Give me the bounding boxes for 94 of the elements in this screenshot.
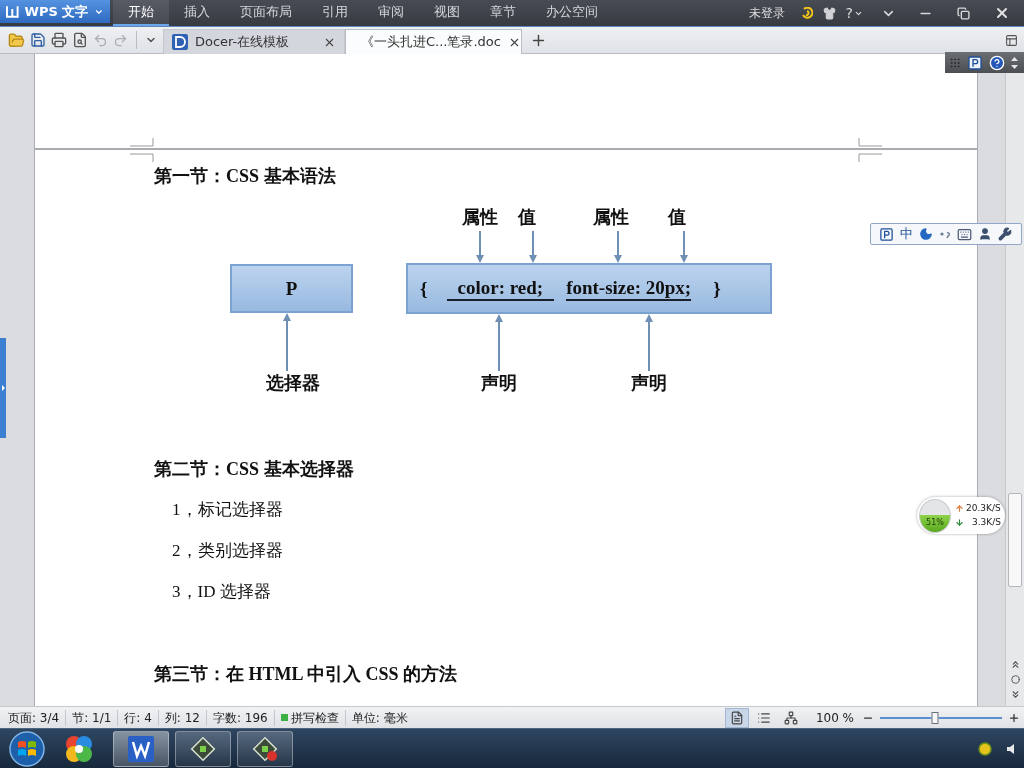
upload-icon bbox=[955, 504, 964, 513]
menu-tab[interactable]: 页面布局 bbox=[225, 0, 307, 26]
arrow bbox=[476, 230, 484, 263]
grip-icon[interactable] bbox=[949, 56, 961, 69]
selector-node: P bbox=[230, 264, 353, 313]
outline-view-icon bbox=[756, 710, 771, 725]
status-field: 页面: 3/4 bbox=[2, 709, 67, 726]
moon-icon[interactable] bbox=[919, 227, 933, 241]
section-heading: 第二节：CSS 基本选择器 bbox=[154, 458, 354, 481]
margin-mark-icon bbox=[130, 138, 154, 147]
list-item: 2，类别选择器 bbox=[172, 540, 283, 562]
arrow bbox=[645, 314, 653, 372]
folder-icon[interactable] bbox=[8, 31, 25, 49]
taskbar-button[interactable] bbox=[175, 730, 231, 767]
expand-arrow-icon[interactable] bbox=[1, 385, 5, 391]
document-tab[interactable]: Docer-在线模板 bbox=[163, 29, 345, 54]
start-icon[interactable] bbox=[9, 730, 45, 767]
keyboard-icon[interactable] bbox=[957, 226, 972, 242]
help-icon[interactable] bbox=[989, 54, 1005, 71]
p-square-icon[interactable] bbox=[967, 54, 983, 71]
margin-mark-icon bbox=[130, 153, 154, 162]
app-logo-icon[interactable] bbox=[128, 735, 154, 762]
arrow bbox=[283, 313, 291, 372]
scroll-arrows-icon[interactable] bbox=[1011, 55, 1018, 70]
web-view-icon bbox=[783, 710, 798, 725]
spell-check-button[interactable]: 拼写检查 bbox=[274, 709, 346, 726]
usage-percent: 51% bbox=[926, 517, 944, 527]
user-icon[interactable] bbox=[978, 227, 992, 241]
wrench-icon[interactable] bbox=[998, 227, 1012, 241]
section-heading: 第一节：CSS 基本语法 bbox=[154, 165, 336, 188]
menu-tab[interactable]: 开始 bbox=[113, 0, 169, 26]
browse-object-icon[interactable] bbox=[1010, 675, 1020, 684]
status-field: 节: 1/1 bbox=[66, 709, 119, 726]
zoom-slider-thumb[interactable] bbox=[931, 711, 939, 724]
login-link[interactable]: 未登录 bbox=[748, 4, 785, 22]
declaration-text: color: red; bbox=[446, 276, 555, 301]
menu-tab[interactable]: 视图 bbox=[419, 0, 475, 26]
margin-mark-icon bbox=[858, 138, 882, 147]
tab-logo-icon bbox=[172, 34, 188, 50]
zoom-in-icon[interactable] bbox=[1008, 711, 1020, 724]
diagram-label: 声明 bbox=[631, 372, 667, 394]
diagram-label: 选择器 bbox=[266, 372, 320, 394]
scrollbar-thumb[interactable] bbox=[1008, 493, 1022, 587]
status-field: 行: 4 bbox=[118, 709, 159, 726]
list-item: 1，标记选择器 bbox=[172, 499, 283, 521]
punctuation-icon[interactable] bbox=[939, 229, 951, 239]
status-field: 字数: 196 bbox=[207, 709, 275, 726]
help-button[interactable]: ? bbox=[845, 5, 863, 21]
tray-icon[interactable] bbox=[978, 741, 992, 756]
app-logo-icon bbox=[6, 5, 19, 18]
arrow bbox=[495, 314, 503, 372]
zoom-reading: 100 % bbox=[815, 710, 854, 725]
taskbar-button[interactable] bbox=[113, 730, 169, 767]
diagram-label: 声明 bbox=[481, 372, 517, 394]
view-button[interactable] bbox=[724, 707, 749, 728]
status-field: 单位: 毫米 bbox=[345, 709, 414, 726]
document-tab[interactable]: 《一头扎进C...笔录.doc bbox=[345, 29, 522, 54]
menu-tab[interactable]: 审阅 bbox=[363, 0, 419, 26]
arrow bbox=[529, 230, 537, 263]
arrow bbox=[680, 230, 688, 263]
page-view-icon bbox=[729, 710, 744, 725]
declaration-text: font-size: 20px; bbox=[566, 276, 692, 301]
upload-speed: 20.3K/S bbox=[966, 503, 1001, 514]
diagram-label: 属性 bbox=[462, 206, 498, 228]
status-field: 列: 12 bbox=[158, 709, 207, 726]
side-panel-handle[interactable] bbox=[0, 338, 6, 438]
diagram-label: 值 bbox=[668, 206, 686, 228]
save-icon[interactable] bbox=[30, 32, 46, 48]
menu-tab[interactable]: 插入 bbox=[169, 0, 225, 26]
margin-mark-icon bbox=[858, 153, 882, 162]
download-icon bbox=[955, 518, 964, 527]
diagram-label: 属性 bbox=[593, 206, 629, 228]
brace-text: } bbox=[713, 277, 721, 300]
ime-mode-button[interactable]: 中 bbox=[900, 227, 913, 241]
brace-text: { bbox=[420, 277, 428, 300]
menu-tab[interactable]: 引用 bbox=[307, 0, 363, 26]
p-square-icon[interactable] bbox=[879, 226, 894, 242]
section-heading: 第三节：在 HTML 中引入 CSS 的方法 bbox=[154, 663, 458, 686]
taskbar-button[interactable] bbox=[237, 730, 293, 767]
app-menu-button[interactable]: WPS 文字 bbox=[0, 0, 110, 23]
menu-tab[interactable]: 办公空间 bbox=[531, 0, 613, 26]
swirl-icon[interactable] bbox=[800, 7, 813, 19]
list-item: 3，ID 选择器 bbox=[172, 581, 271, 603]
arrow bbox=[614, 230, 622, 263]
print-icon[interactable] bbox=[51, 32, 67, 48]
layout-menu-icon[interactable] bbox=[1005, 33, 1018, 47]
close-icon[interactable] bbox=[994, 5, 1010, 21]
download-speed: 3.3K/S bbox=[972, 517, 1001, 528]
menu-tab[interactable]: 章节 bbox=[475, 0, 531, 26]
print-preview-icon[interactable] bbox=[72, 32, 88, 48]
diagram-label: 值 bbox=[518, 206, 536, 228]
diamond-badge-icon[interactable] bbox=[252, 735, 278, 762]
restore-icon[interactable] bbox=[957, 6, 970, 20]
shirt-icon[interactable] bbox=[822, 6, 836, 20]
